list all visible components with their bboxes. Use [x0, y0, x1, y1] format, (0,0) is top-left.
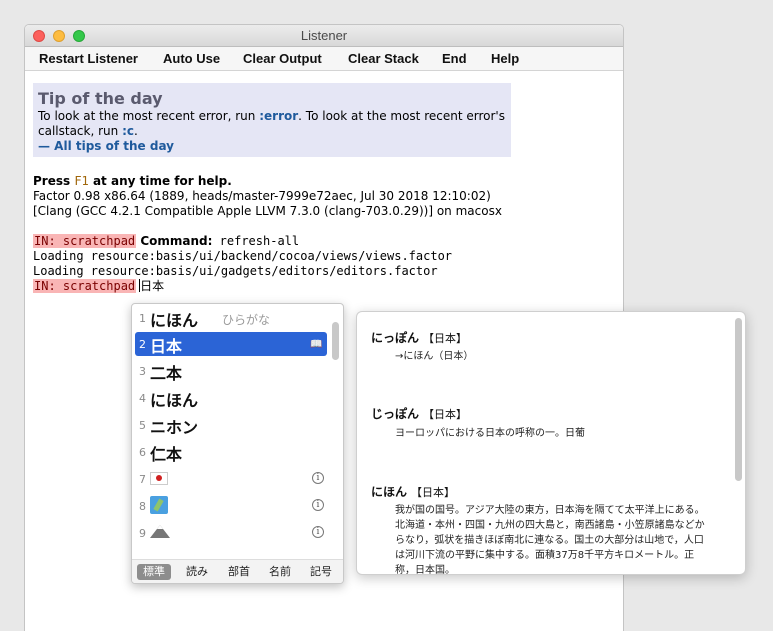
- dict-kanji: 【日本】: [411, 486, 456, 499]
- tip-title: Tip of the day: [38, 89, 163, 108]
- candidate-text: 仁本: [150, 445, 183, 464]
- command-text: refresh-all: [212, 234, 300, 248]
- tab-symbol[interactable]: 記号: [304, 564, 338, 580]
- tip-of-the-day: Tip of the day To look at the most recen…: [33, 83, 511, 157]
- compiler-line: [Clang (GCC 4.2.1 Compatible Apple LLVM …: [33, 204, 502, 218]
- dictionary-panel: にっぽん 【日本】 →にほん（日本） じっぽん 【日本】 ヨーロッパにおける日本の呼…: [356, 311, 746, 575]
- tip-text: .: [134, 124, 138, 138]
- candidate-number: 4: [139, 392, 146, 405]
- candidate-item[interactable]: 9 i: [135, 521, 327, 545]
- dict-entry-heading: じっぽん 【日本】: [371, 405, 467, 422]
- tab-radical[interactable]: 部首: [222, 564, 256, 580]
- candidate-number: 9: [139, 527, 146, 540]
- dict-entry-body: ヨーロッパにおける日本の呼称の一。日葡: [395, 428, 585, 439]
- ime-candidate-window: 1 にほん ひらがな 2 日本 📖 3 二本 4 にほん 5 ニホン 6 仁本 …: [131, 303, 344, 584]
- candidate-number: 8: [139, 500, 146, 513]
- candidate-item[interactable]: 7 i: [135, 467, 327, 491]
- candidate-item[interactable]: 1 にほん ひらがな: [135, 306, 327, 330]
- auto-use-button[interactable]: Auto Use: [163, 51, 220, 66]
- prompt-label: IN: scratchpad: [33, 279, 137, 293]
- title-bar[interactable]: Listener: [25, 25, 623, 47]
- dict-reading: じっぽん: [371, 407, 420, 421]
- candidate-scrollbar[interactable]: [332, 322, 339, 360]
- info-icon[interactable]: i: [312, 472, 324, 484]
- loading-line: Loading resource:basis/ui/backend/cocoa/…: [33, 249, 453, 263]
- command-line: IN: scratchpad Command: refresh-all: [33, 234, 299, 249]
- candidate-hint: ひらがな: [222, 313, 271, 327]
- input-line[interactable]: IN: scratchpad 日本: [33, 279, 164, 294]
- dict-entry-heading: にっぽん 【日本】: [371, 329, 467, 346]
- candidate-number: 1: [139, 312, 146, 325]
- help-hint: Press F1 at any time for help.: [33, 174, 232, 189]
- clear-output-button[interactable]: Clear Output: [243, 51, 322, 66]
- dict-kanji: 【日本】: [423, 408, 468, 421]
- input-text[interactable]: 日本: [140, 279, 164, 293]
- candidate-item[interactable]: 4 にほん: [135, 386, 327, 410]
- candidate-text: ニホン: [150, 418, 199, 437]
- help-hint-text: at any time for help.: [88, 174, 232, 188]
- end-button[interactable]: End: [442, 51, 467, 66]
- restart-listener-button[interactable]: Restart Listener: [39, 51, 138, 66]
- error-link[interactable]: :error: [259, 109, 298, 123]
- command-label: Command:: [136, 234, 213, 248]
- dict-entry-heading: にほん 【日本】: [371, 483, 455, 500]
- candidate-number: 6: [139, 446, 146, 459]
- all-tips-link[interactable]: — All tips of the day: [38, 139, 174, 153]
- candidate-item[interactable]: 3 二本: [135, 359, 327, 383]
- dict-entry-body: 我が国の国号。アジア大陸の東方，日本海を隔てて太平洋上にある。北海道・本州・四国…: [395, 505, 705, 575]
- candidate-number: 3: [139, 365, 146, 378]
- dict-reading: にっぽん: [371, 331, 420, 345]
- help-button[interactable]: Help: [491, 51, 519, 66]
- candidate-text: 日本: [150, 337, 183, 356]
- candidate-number: 2: [139, 338, 146, 351]
- window-title: Listener: [300, 28, 348, 43]
- book-icon: 📖: [310, 339, 323, 350]
- candidate-number: 7: [139, 473, 146, 486]
- clear-stack-button[interactable]: Clear Stack: [348, 51, 419, 66]
- prompt-label: IN: scratchpad: [33, 234, 137, 248]
- candidate-item[interactable]: 5 ニホン: [135, 413, 327, 437]
- candidate-item[interactable]: 6 仁本: [135, 440, 327, 464]
- japan-flag-icon: [150, 472, 168, 485]
- toolbar: Restart Listener Auto Use Clear Output C…: [25, 47, 623, 71]
- callstack-link[interactable]: :c: [122, 124, 134, 138]
- tab-standard[interactable]: 標準: [137, 564, 171, 580]
- info-icon[interactable]: i: [312, 499, 324, 511]
- candidate-item-selected[interactable]: 2 日本 📖: [135, 332, 327, 356]
- dict-kanji: 【日本】: [423, 332, 468, 345]
- info-icon[interactable]: i: [312, 526, 324, 538]
- candidate-number: 5: [139, 419, 146, 432]
- f1-link[interactable]: F1: [74, 174, 88, 188]
- candidate-text: にほん: [150, 391, 199, 410]
- candidate-item[interactable]: 8 i: [135, 494, 327, 518]
- dict-entry-body: →にほん（日本）: [395, 351, 474, 362]
- tip-text: . To look at the most recent error's: [298, 109, 505, 123]
- candidate-text: 二本: [150, 364, 183, 383]
- candidate-tabs: 標準 読み 部首 名前 記号: [132, 559, 343, 583]
- dictionary-scrollbar[interactable]: [735, 318, 742, 481]
- press-text: Press: [33, 174, 75, 188]
- tab-reading[interactable]: 読み: [180, 564, 214, 580]
- tip-body: To look at the most recent error, run :e…: [38, 109, 506, 154]
- loading-line: Loading resource:basis/ui/gadgets/editor…: [33, 264, 438, 278]
- candidate-text: にほん: [150, 311, 199, 330]
- tip-text: callstack, run: [38, 124, 123, 138]
- tip-text: To look at the most recent error, run: [38, 109, 260, 123]
- mount-fuji-icon: [150, 525, 170, 538]
- dict-reading: にほん: [371, 485, 408, 499]
- japan-map-icon: [150, 496, 168, 514]
- tab-name[interactable]: 名前: [263, 564, 297, 580]
- version-line: Factor 0.98 x86.64 (1889, heads/master-7…: [33, 189, 491, 203]
